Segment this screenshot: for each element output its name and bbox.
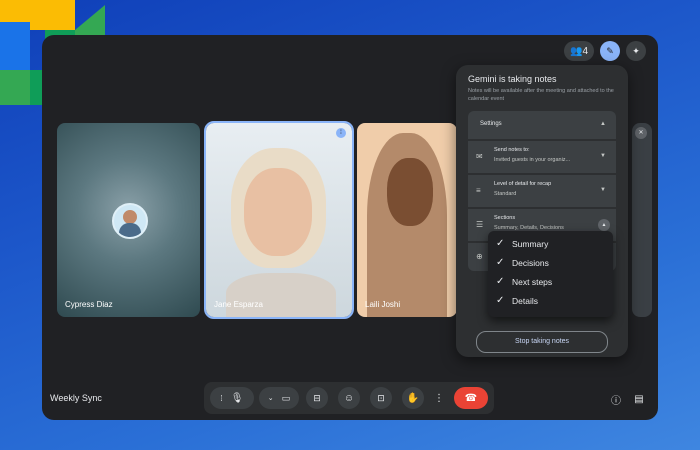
dropdown-item-label: Details — [512, 296, 538, 306]
participant-name: Laili Joshi — [365, 300, 401, 309]
mic-button[interactable]: ⁞ 🎙 — [210, 387, 254, 409]
sections-label: Sections — [494, 215, 516, 221]
meet-window: 👥 4 ✎ ✦ Cypress Diaz ⁞ Jane Esparza Lail… — [42, 35, 658, 420]
end-call-button[interactable]: ☎ — [454, 387, 488, 409]
participant-name: Jane Esparza — [214, 300, 263, 309]
meeting-name: Weekly Sync — [50, 393, 102, 403]
chevron-down-icon: ⌄ — [267, 395, 274, 402]
raise-hand-icon: ✋ — [406, 392, 420, 404]
detail-lines-icon: ≡ — [476, 186, 481, 195]
check-icon: ✓ — [496, 257, 505, 268]
sections-dropdown: ✓ Summary ✓ Decisions ✓ Next steps ✓ Det… — [488, 231, 613, 317]
info-icon: ⓘ — [611, 395, 621, 407]
captions-button[interactable]: ⊟ — [306, 387, 328, 409]
dropdown-item[interactable]: ✓ Next steps — [488, 273, 613, 292]
send-notes-value: Invited guests in your organiz... — [494, 157, 571, 163]
sparkle-icon: ✦ — [632, 45, 640, 56]
participants-count: 4 — [582, 45, 588, 57]
info-button[interactable]: ⓘ — [607, 390, 625, 408]
speaking-indicator-icon: ⁞ — [336, 128, 346, 138]
mail-icon: ✉ — [476, 152, 483, 161]
dropdown-item-label: Summary — [512, 239, 549, 249]
participant-tile-active[interactable]: ⁞ Jane Esparza — [204, 121, 354, 319]
more-vert-icon: ⋮ — [434, 392, 444, 404]
dropdown-item[interactable]: ✓ Decisions — [488, 254, 613, 273]
stop-taking-notes-button[interactable]: Stop taking notes — [476, 331, 608, 353]
participant-name: Cypress Diaz — [65, 300, 113, 309]
chat-button[interactable]: ▤ — [630, 390, 648, 408]
gemini-notes-button[interactable]: ✎ — [600, 41, 620, 61]
chevron-up-icon: ▲ — [600, 121, 606, 127]
participants-button[interactable]: 👥 4 — [563, 41, 594, 61]
send-notes-setting[interactable]: ✉ Send notes to: Invited guests in your … — [468, 141, 616, 173]
chat-icon: ▤ — [634, 393, 644, 405]
dropdown-item-label: Next steps — [512, 277, 553, 287]
avatar — [112, 203, 148, 239]
settings-label: Settings — [480, 121, 502, 127]
detail-value: Standard — [494, 191, 517, 197]
raise-hand-button[interactable]: ✋ — [402, 387, 424, 409]
more-options-button[interactable]: ⋮ — [432, 387, 446, 409]
check-icon: ✓ — [496, 295, 505, 306]
audio-level-icon: ⁞ — [220, 393, 223, 403]
detail-level-setting[interactable]: ≡ Level of detail for recap Standard ▼ — [468, 175, 616, 207]
call-controls: ⁞ 🎙 ⌄ ▭ ⊟ ☺ ⊡ ✋ ⋮ ☎ — [204, 382, 494, 414]
end-call-icon: ☎ — [464, 392, 478, 404]
send-notes-label: Send notes to: — [494, 147, 530, 153]
globe-icon: ⊕ — [476, 252, 483, 261]
people-icon: 👥 — [569, 45, 583, 57]
camera-icon: ▭ — [281, 392, 291, 403]
sections-icon: ☰ — [476, 220, 484, 229]
detail-label: Level of detail for recap — [494, 181, 552, 187]
panel-title: Gemini is taking notes — [468, 74, 557, 84]
emoji-icon: ☺ — [343, 392, 355, 404]
dropdown-item[interactable]: ✓ Summary — [488, 235, 613, 254]
participant-tile-partial[interactable]: ✕ — [632, 123, 652, 317]
present-icon: ⊡ — [377, 392, 385, 403]
dropdown-item[interactable]: ✓ Details — [488, 292, 613, 311]
mic-icon: 🎙 — [230, 392, 244, 404]
camera-button[interactable]: ⌄ ▭ — [259, 387, 299, 409]
settings-header[interactable]: Settings ▲ — [468, 111, 616, 139]
chevron-up-icon[interactable]: ▲ — [598, 219, 610, 231]
top-icons: 👥 4 ✎ ✦ — [563, 41, 646, 61]
present-button[interactable]: ⊡ — [370, 387, 392, 409]
captions-icon: ⊟ — [313, 392, 321, 403]
dropdown-item-label: Decisions — [512, 258, 549, 268]
gemini-button[interactable]: ✦ — [626, 41, 646, 61]
participant-tile[interactable]: Cypress Diaz — [57, 123, 200, 317]
check-icon: ✓ — [496, 238, 505, 249]
emoji-button[interactable]: ☺ — [338, 387, 360, 409]
panel-subtitle: Notes will be available after the meetin… — [468, 88, 614, 102]
check-icon: ✓ — [496, 276, 505, 287]
pencil-icon: ✎ — [606, 45, 614, 56]
muted-icon: ✕ — [635, 127, 647, 139]
participant-tile[interactable]: Laili Joshi — [357, 123, 457, 317]
chevron-down-icon: ▼ — [600, 153, 606, 159]
chevron-down-icon: ▼ — [600, 187, 606, 193]
